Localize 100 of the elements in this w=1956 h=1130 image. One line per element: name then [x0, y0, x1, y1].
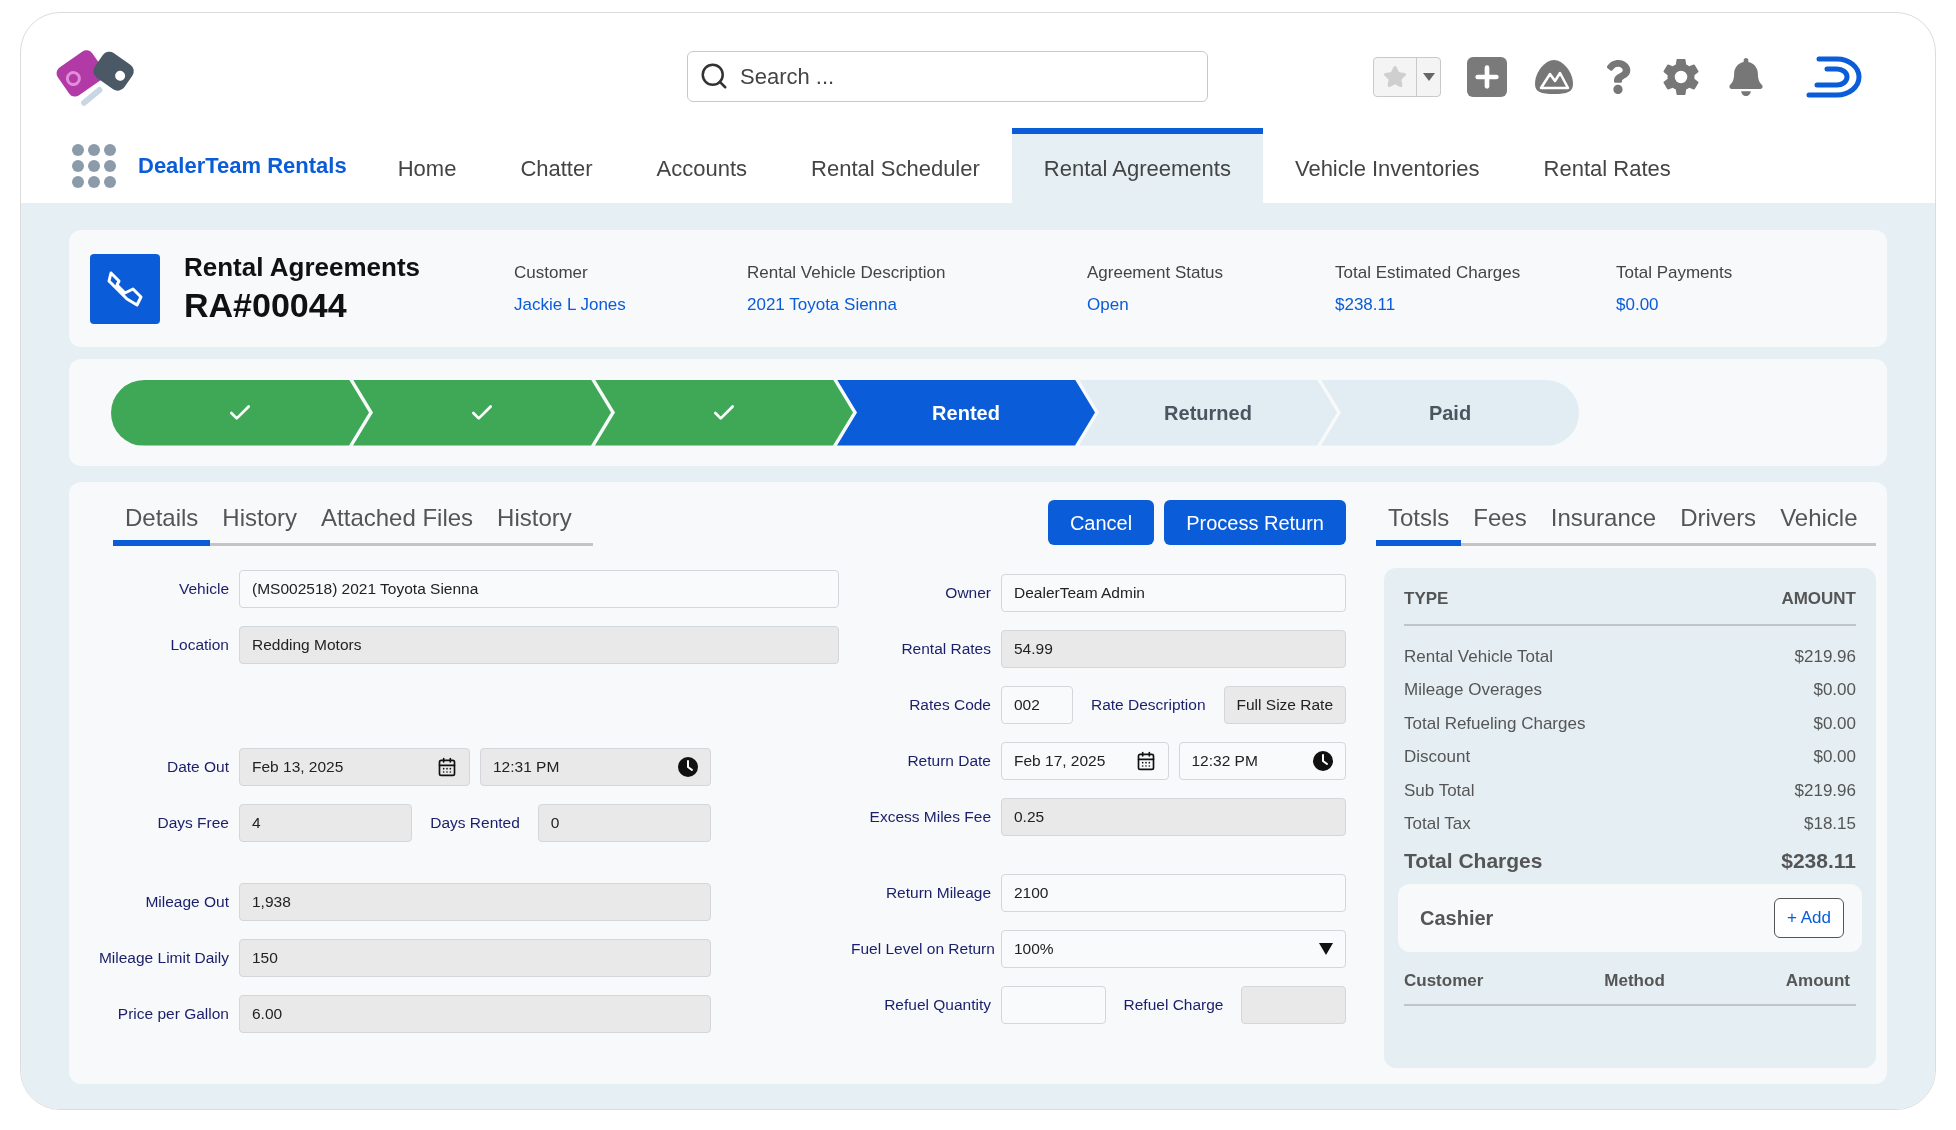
- field-label: Return Mileage: [884, 883, 991, 904]
- nav-tab[interactable]: Chatter: [488, 128, 625, 203]
- side-tab[interactable]: Insurance: [1538, 500, 1669, 546]
- column-header: Method: [1604, 970, 1665, 992]
- field-label: Total Payments: [1616, 262, 1734, 284]
- detail-tab[interactable]: History: [210, 500, 310, 546]
- nav-tab[interactable]: Accounts: [624, 128, 780, 203]
- input-field[interactable]: DealerTeam Admin: [1001, 574, 1346, 612]
- field-label: Mileage Limit Daily: [97, 948, 229, 969]
- input-field[interactable]: 4: [239, 804, 413, 842]
- select-field[interactable]: 100%: [1001, 930, 1346, 968]
- total-type: Discount: [1404, 746, 1471, 768]
- total-amount: $0.00: [1813, 679, 1856, 701]
- input-field[interactable]: 2100: [1001, 874, 1346, 912]
- date-field[interactable]: Feb 13, 2025: [239, 748, 470, 786]
- detail-tab[interactable]: Attached Files: [309, 500, 486, 546]
- add-button[interactable]: + Add: [1774, 898, 1844, 938]
- total-type: Total Tax: [1404, 813, 1471, 835]
- calendar-icon[interactable]: [437, 757, 457, 777]
- field-label: Excess Miles Fee: [868, 807, 991, 828]
- caret-icon[interactable]: [1319, 943, 1333, 955]
- column-header: AMOUNT: [1781, 588, 1856, 610]
- input-field[interactable]: Redding Motors: [239, 626, 839, 664]
- field-label: Rental Vehicle Description: [747, 262, 947, 284]
- total-type: Rental Vehicle Total: [1404, 645, 1553, 668]
- search-field[interactable]: Search ...: [687, 51, 1208, 102]
- side-tab[interactable]: Totsls: [1376, 500, 1462, 546]
- action-button[interactable]: Cancel: [1047, 500, 1155, 545]
- record-name: RA#00044: [184, 284, 348, 326]
- star-icon: [1383, 64, 1407, 89]
- input-field[interactable]: 0: [537, 804, 711, 842]
- settings-icon[interactable]: [1661, 56, 1701, 97]
- total-type: Total Charges: [1404, 847, 1543, 874]
- field-label: Refuel Quantity: [883, 995, 991, 1016]
- app-name: DealerTeam Rentals: [138, 152, 347, 180]
- side-tab[interactable]: Drivers: [1668, 500, 1769, 546]
- clock-icon[interactable]: [1313, 751, 1333, 771]
- total-type: Sub Total: [1404, 779, 1475, 802]
- caret-icon: [1422, 72, 1435, 81]
- add-icon[interactable]: [1467, 56, 1507, 97]
- total-type: Mileage Overages: [1404, 679, 1542, 701]
- input-field[interactable]: 0.25: [1001, 798, 1346, 836]
- column-header: TYPE: [1404, 588, 1449, 610]
- input-field[interactable]: 002: [1001, 686, 1073, 724]
- field-value[interactable]: 2021 Toyota Sienna: [747, 291, 1087, 317]
- date-field[interactable]: Feb 17, 2025: [1001, 742, 1169, 780]
- input-field[interactable]: 150: [239, 939, 711, 977]
- input-field[interactable]: [1241, 986, 1346, 1024]
- app-launcher-icon[interactable]: [71, 142, 117, 189]
- notifications-icon[interactable]: [1727, 57, 1765, 96]
- field-label: Owner: [944, 583, 991, 604]
- input-field[interactable]: 1,938: [239, 883, 711, 921]
- clock-icon[interactable]: [678, 757, 698, 777]
- search-icon: [699, 61, 729, 91]
- field-label: Days Free: [156, 813, 229, 834]
- action-button[interactable]: Process Return: [1164, 500, 1346, 545]
- total-type: Total Refueling Charges: [1404, 712, 1586, 735]
- input-field[interactable]: (MS002518) 2021 Toyota Sienna: [239, 570, 839, 608]
- mountain-icon[interactable]: [1533, 57, 1575, 96]
- brand-logo[interactable]: [1805, 54, 1863, 99]
- detail-tab[interactable]: Details: [113, 500, 211, 546]
- cashier-title: Cashier: [1420, 906, 1494, 931]
- path-step[interactable]: Returned: [1079, 379, 1337, 446]
- input-field[interactable]: [1001, 986, 1106, 1024]
- nav-tab[interactable]: Rental Rates: [1511, 128, 1703, 203]
- input-field[interactable]: 54.99: [1001, 630, 1346, 668]
- time-field[interactable]: 12:31 PM: [480, 748, 711, 786]
- input-field[interactable]: 6.00: [239, 995, 711, 1033]
- time-field[interactable]: 12:32 PM: [1178, 742, 1346, 780]
- field-label: Rate Description: [1089, 695, 1207, 716]
- field-label: Total Estimated Charges: [1335, 262, 1522, 284]
- detail-tab[interactable]: History: [485, 500, 584, 546]
- field-label: Agreement Status: [1087, 262, 1225, 284]
- path-step[interactable]: Paid: [1321, 379, 1579, 446]
- total-amount: $0.00: [1813, 712, 1856, 735]
- input-field[interactable]: Full Size Rate: [1223, 686, 1346, 724]
- field-label: Location: [169, 635, 229, 656]
- field-label: Return Date: [906, 751, 991, 772]
- record-type: Rental Agreements: [184, 251, 421, 284]
- side-tab[interactable]: Fees: [1461, 500, 1539, 546]
- field-label: Days Rented: [429, 813, 521, 834]
- side-tab[interactable]: Vehicle: [1768, 500, 1870, 546]
- total-amount: $219.96: [1794, 645, 1856, 668]
- path-step[interactable]: Rented: [837, 379, 1095, 446]
- field-label: Rental Rates: [900, 639, 991, 660]
- field-value[interactable]: Jackie L Jones: [514, 291, 747, 317]
- column-header: Amount: [1785, 970, 1850, 992]
- nav-tab[interactable]: Rental Scheduler: [779, 128, 1012, 203]
- nav-tab[interactable]: Vehicle Inventories: [1262, 128, 1512, 203]
- total-amount: $238.11: [1781, 847, 1856, 874]
- calendar-icon[interactable]: [1135, 751, 1156, 771]
- field-value: $0.00: [1616, 293, 1660, 316]
- nav-tab[interactable]: Rental Agreements: [1011, 128, 1263, 203]
- field-label: Customer: [514, 262, 589, 284]
- total-amount: $18.15: [1804, 813, 1856, 835]
- field-value: Open: [1087, 293, 1130, 316]
- total-amount: $219.96: [1794, 779, 1856, 802]
- column-header: Customer: [1404, 970, 1484, 992]
- field-value: $238.11: [1335, 293, 1397, 316]
- nav-tab[interactable]: Home: [365, 128, 489, 203]
